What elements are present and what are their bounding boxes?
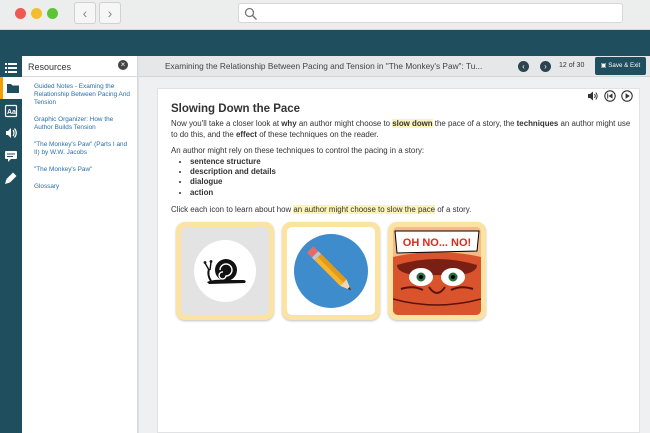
close-window-button[interactable] [15,8,26,19]
play-icon[interactable] [621,90,633,102]
chevron-left-icon: ‹ [82,5,88,21]
list-item: sentence structure [190,157,276,167]
previous-page-button[interactable]: ‹ [518,61,529,72]
resources-title: Resources [28,62,72,72]
volume-icon[interactable] [587,90,599,102]
snail-tile-button[interactable] [176,222,274,320]
app-window: ‹ › Aa Resources × Guided Notes - Examin… [0,0,650,433]
save-icon: ▣ [600,62,607,69]
divider [22,76,138,77]
intro-text: the pace of a story, the [432,119,517,128]
rail-notes-button[interactable] [0,145,22,167]
comic-tile-button[interactable]: OH NO... NO! [388,222,486,320]
lesson-heading: Slowing Down the Pace [171,103,301,115]
search-icon [244,7,257,20]
svg-text:Aa: Aa [7,109,16,116]
folder-icon [6,84,19,93]
pencil-icon [294,234,368,308]
list-icon [5,63,17,73]
address-bar[interactable] [238,3,623,23]
techniques-list: sentence structure description and detai… [182,157,276,198]
instruction-paragraph: Click each icon to learn about how an au… [171,205,631,216]
lesson-header: Examining the Relationship Between Pacin… [139,56,650,77]
list-item: action [190,188,276,198]
comic-text: OH NO... NO! [403,237,471,249]
instruction-text: of a story. [435,205,472,214]
comic-tile-inner: OH NO... NO! [393,227,481,315]
browser-toolbar: ‹ › [0,0,650,30]
rail-list-button[interactable] [0,57,22,79]
snail-tile-inner [181,227,269,315]
instruction-highlight: an author might choose to slow the pace [293,205,436,214]
resources-panel: Resources × Guided Notes - Examing the R… [22,56,138,433]
intro-paragraph: Now you'll take a closer look at why an … [171,119,631,140]
close-resources-button[interactable]: × [118,60,128,70]
snail-icon [194,240,256,302]
resource-link-graphic-organizer[interactable]: Graphic Organizer: How the Author Builds… [34,116,132,132]
tool-rail: Aa [0,56,22,433]
maximize-window-button[interactable] [47,8,58,19]
audio-icon [6,128,17,138]
intro-why: why [281,119,297,128]
pencil-tile-inner [287,227,375,315]
next-page-button[interactable]: › [540,61,551,72]
page-indicator: 12 of 30 [559,62,584,69]
intro-text: of these techniques on the reader. [257,129,379,139]
pencil-tile-button[interactable] [282,222,380,320]
app-header-band [0,30,650,56]
techniques-intro: An author might rely on these techniques… [171,146,425,155]
resource-link-monkeys-paw[interactable]: "The Monkey's Paw" [34,166,132,174]
close-icon: × [120,60,126,69]
intro-techniques: techniques [516,119,559,128]
minimize-window-button[interactable] [31,8,42,19]
resource-link-glossary[interactable]: Glossary [34,183,132,191]
page-of-label: of [568,62,575,69]
dictionary-icon: Aa [4,104,18,118]
highlighter-icon [5,172,17,184]
resource-link-story-parts[interactable]: "The Monkey's Paw" (Parts I and II) by W… [34,141,132,157]
rail-dictionary-button[interactable]: Aa [0,100,22,122]
chevron-right-icon: › [544,62,547,71]
scared-face-icon: OH NO... NO! [393,227,481,315]
intro-slow-down: slow down [392,119,433,128]
forward-button[interactable]: › [99,2,121,24]
rail-folder-button[interactable] [0,77,22,99]
intro-text: an author might choose to [296,119,393,128]
instruction-text: Click each icon to learn about how [171,205,294,214]
back-button[interactable]: ‹ [74,2,96,24]
resource-link-guided-notes[interactable]: Guided Notes - Examing the Relationship … [34,83,132,107]
chevron-right-icon: › [107,5,113,21]
rewind-icon[interactable] [604,90,616,102]
chevron-left-icon: ‹ [522,62,525,71]
list-item: description and details [190,167,276,177]
notes-icon [5,151,17,162]
save-exit-button[interactable]: ▣ Save & Exit [595,57,646,75]
intro-text: Now you'll take a closer look at [171,119,282,128]
lesson-title: Examining the Relationship Between Pacin… [165,61,483,71]
intro-effect: effect [235,129,257,139]
current-page: 12 [559,62,567,69]
rail-audio-button[interactable] [0,122,22,144]
save-exit-label: Save & Exit [608,62,641,69]
total-pages: 30 [576,62,585,69]
rail-highlighter-button[interactable] [0,167,22,189]
resources-list: Guided Notes - Examing the Relationship … [34,83,132,200]
list-item: dialogue [190,177,276,187]
